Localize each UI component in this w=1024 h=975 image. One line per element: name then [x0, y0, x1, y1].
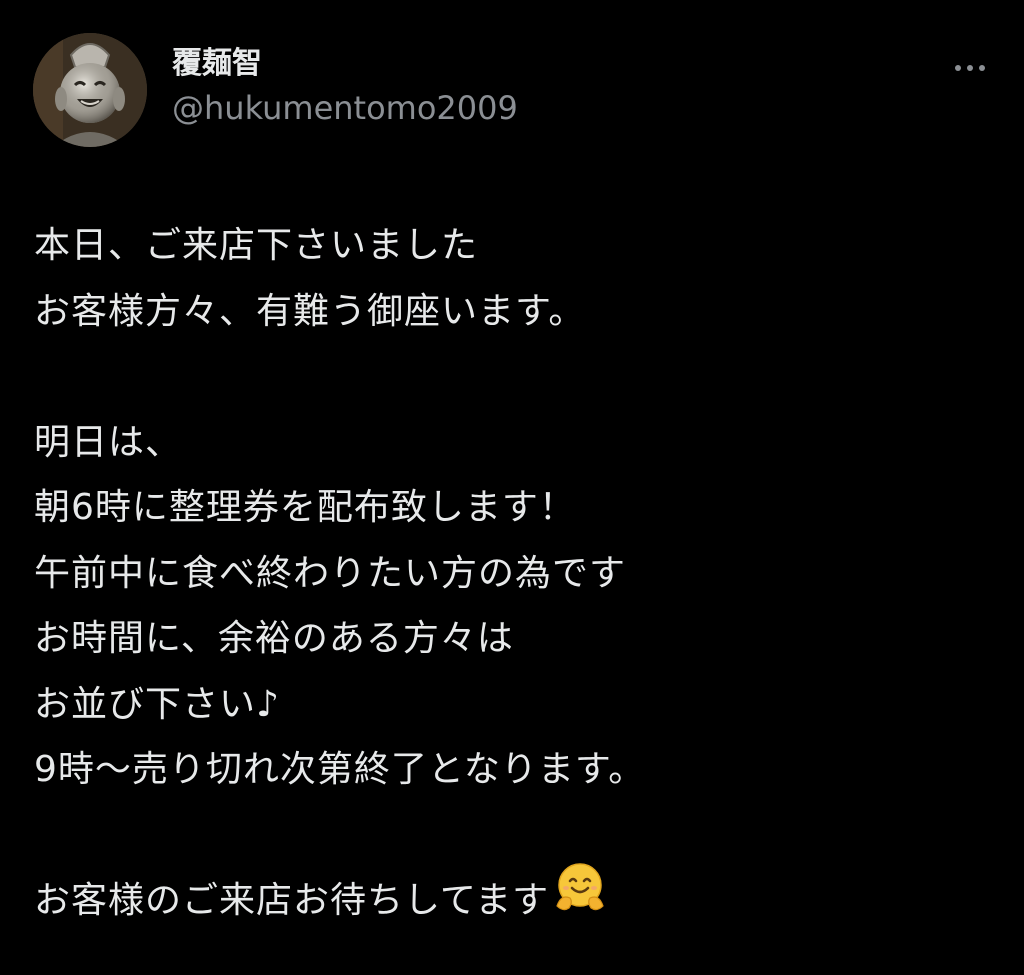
tweet-line: お並び下さい♪	[34, 683, 280, 725]
avatar[interactable]	[33, 33, 147, 147]
hugging-face-emoji-icon	[553, 860, 607, 936]
tweet-line: 明日は、	[34, 421, 183, 463]
tweet-line: お時間に、余裕のある方々は	[34, 618, 514, 659]
author-handle[interactable]: @hukumentomo2009	[172, 86, 518, 130]
tweet-line: 9時〜売り切れ次第終了となります。	[34, 749, 646, 790]
tweet: 覆麺智 @hukumentomo2009 本日、ご来店下さいました お客様方々、…	[0, 0, 1024, 975]
tweet-line: 本日、ご来店下さいました	[34, 225, 479, 266]
tweet-line: 午前中に食べ終わりたい方の為です	[34, 552, 627, 594]
tweet-line: 朝6時に整理券を配布致します！	[34, 487, 576, 528]
display-name[interactable]: 覆麺智	[172, 44, 518, 84]
tweet-text: 本日、ご来店下さいました お客様方々、有難う御座います。 明日は、 朝6時に整理…	[34, 213, 994, 934]
tweet-line: お客様のご来店お待ちしてます	[34, 880, 550, 921]
tweet-line: お客様方々、有難う御座います。	[34, 290, 586, 332]
more-options-button[interactable]	[946, 50, 994, 86]
more-horizontal-icon	[952, 65, 988, 71]
tweet-last-line: お客様のご来店お待ちしてます	[34, 863, 994, 934]
author-info: 覆麺智 @hukumentomo2009	[172, 44, 518, 130]
avatar-image	[33, 33, 147, 147]
